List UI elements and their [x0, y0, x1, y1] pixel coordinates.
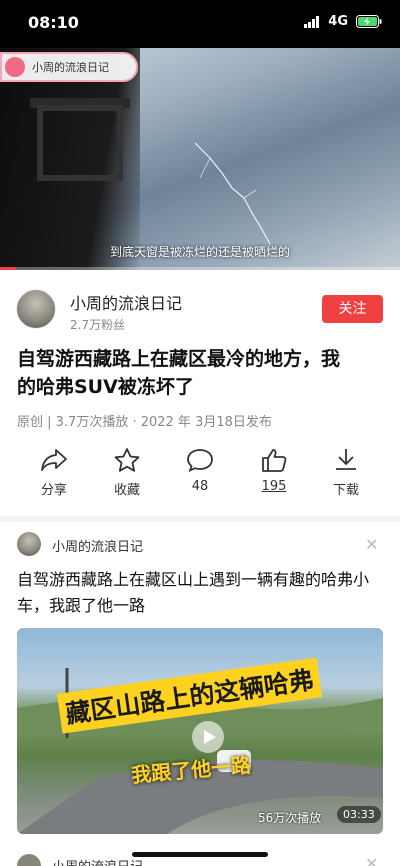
related-video-thumbnail[interactable]: 藏区山路上的这辆哈弗 我跟了他一路 56万次播放 03:33 — [17, 628, 383, 834]
comment-count: 48 — [191, 479, 209, 494]
next-author-name[interactable]: 小周的流浪日记 — [52, 856, 143, 866]
related-author-name[interactable]: 小周的流浪日记 — [52, 536, 143, 555]
video-progress-fill — [0, 267, 16, 270]
video-meta: 原创 | 3.7万次播放 · 2022 年 3月18日发布 — [17, 415, 272, 430]
network-label: 4G — [328, 14, 348, 29]
dismiss-icon[interactable]: ✕ — [365, 535, 378, 554]
comment-icon — [187, 449, 213, 473]
signal-icon — [304, 15, 320, 28]
star-icon — [114, 448, 140, 472]
battery-charging-icon — [356, 15, 382, 28]
related-author-avatar[interactable] — [17, 532, 41, 556]
video-player[interactable]: 小周的流浪日记 到底天窗是被冻烂的还是被晒烂的 — [0, 48, 400, 270]
comment-button[interactable]: 48 — [170, 447, 230, 494]
video-progress-bar[interactable] — [0, 267, 400, 270]
home-indicator — [132, 852, 268, 857]
channel-watermark: 小周的流浪日记 — [0, 52, 138, 82]
author-name[interactable]: 小周的流浪日记 — [70, 290, 182, 314]
author-avatar[interactable] — [16, 289, 56, 329]
like-count: 195 — [261, 479, 287, 494]
like-button[interactable]: 195 — [244, 447, 304, 494]
section-divider — [0, 516, 400, 522]
follow-button[interactable]: 关注 — [322, 295, 383, 323]
download-button[interactable]: 下载 — [316, 447, 376, 498]
watermark-text: 小周的流浪日记 — [32, 61, 109, 74]
related-video-title[interactable]: 自驾游西藏路上在藏区山上遇到一辆有趣的哈弗小车，我跟了他一路 — [17, 567, 385, 619]
video-subtitle: 到底天窗是被冻烂的还是被晒烂的 — [109, 245, 290, 259]
watermark-logo-icon — [5, 57, 25, 77]
status-icons: 4G — [304, 14, 382, 29]
download-label: 下载 — [332, 483, 359, 498]
favorite-label: 收藏 — [113, 483, 140, 498]
next-dismiss-icon[interactable]: ✕ — [365, 854, 378, 866]
thumbs-up-icon — [262, 449, 287, 472]
video-title: 自驾游西藏路上在藏区最冷的地方，我的哈弗SUV被冻坏了 — [17, 348, 341, 398]
favorite-button[interactable]: 收藏 — [97, 447, 157, 498]
share-button[interactable]: 分享 — [24, 447, 84, 498]
share-label: 分享 — [40, 483, 67, 498]
related-duration: 03:33 — [337, 806, 381, 823]
download-icon — [336, 449, 356, 470]
status-time: 08:10 — [28, 13, 79, 32]
next-author-avatar[interactable] — [17, 854, 41, 866]
related-view-count: 56万次播放 — [258, 811, 322, 825]
play-icon[interactable] — [192, 721, 224, 753]
author-fans-count: 2.7万粉丝 — [70, 318, 126, 332]
action-bar: 分享 收藏 48 195 下载 — [0, 447, 400, 507]
status-bar: 08:10 4G — [0, 0, 400, 48]
share-icon — [41, 449, 67, 471]
